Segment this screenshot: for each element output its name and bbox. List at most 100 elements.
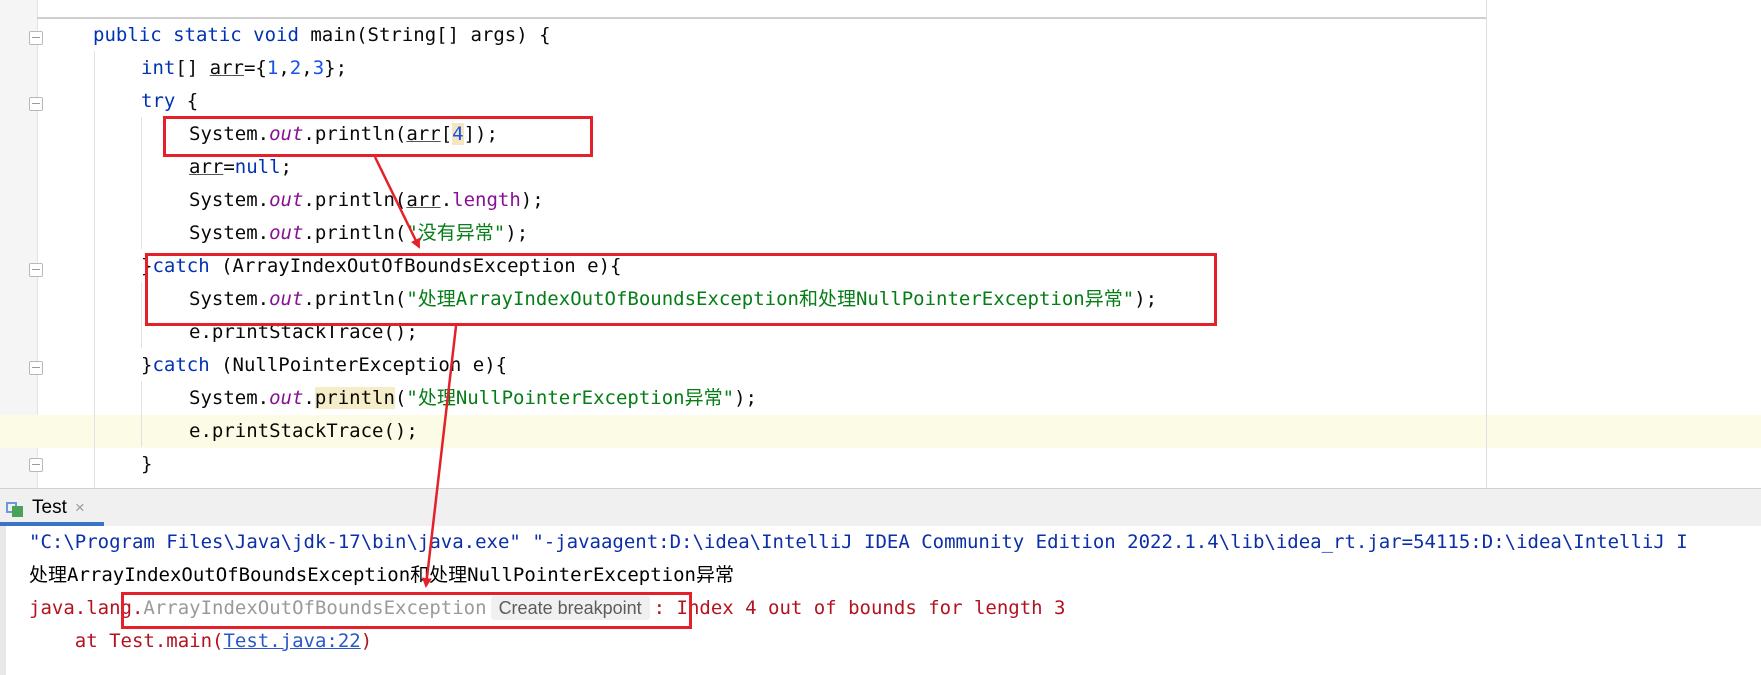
- code-token: ;: [280, 156, 292, 178]
- fold-icon[interactable]: [29, 97, 43, 111]
- console-output[interactable]: "C:\Program Files\Java\jdk-17\bin\java.e…: [0, 526, 1761, 675]
- code-token: .println(: [303, 189, 407, 211]
- code-token: (: [394, 387, 407, 409]
- code-token: arr: [209, 57, 244, 79]
- code-line[interactable]: e.printStackTrace();: [189, 415, 418, 448]
- indent-guide: [141, 117, 142, 249]
- code-token: System.: [189, 123, 270, 145]
- code-token: null: [234, 156, 281, 178]
- code-token: e.printStackTrace();: [189, 321, 418, 343]
- code-token: System.: [189, 288, 270, 310]
- code-token: );: [520, 189, 544, 211]
- code-token: [: [440, 123, 453, 145]
- indent-guide: [141, 381, 142, 447]
- code-token: 1: [266, 57, 279, 79]
- indent-guide: [94, 51, 95, 488]
- fold-icon[interactable]: [29, 31, 43, 45]
- code-token: 4: [452, 123, 464, 145]
- run-tool-window: Test × "C:\Program Files\Java\jdk-17\bin…: [0, 488, 1761, 675]
- code-token: .println(: [303, 288, 407, 310]
- console-output-line: 处理ArrayIndexOutOfBoundsException和处理NullP…: [29, 564, 734, 586]
- code-line[interactable]: System.out.println("处理NullPointerExcepti…: [189, 382, 757, 415]
- code-token: 3: [312, 57, 325, 79]
- code-token: "处理ArrayIndexOutOfBoundsException和处理Null…: [406, 288, 1135, 310]
- code-token: {: [175, 90, 199, 112]
- code-token: }: [141, 453, 153, 475]
- code-token: "没有异常": [406, 222, 506, 244]
- right-margin-guide: [1486, 0, 1487, 488]
- code-token: ]);: [463, 123, 498, 145]
- console-command-line: "C:\Program Files\Java\jdk-17\bin\java.e…: [29, 531, 1688, 553]
- code-token: .: [303, 387, 315, 409]
- code-token: }: [141, 255, 153, 277]
- code-token: );: [505, 222, 529, 244]
- code-token: System.: [189, 189, 270, 211]
- code-line[interactable]: try {: [141, 85, 198, 118]
- code-line[interactable]: int[] arr={1,2,3};: [141, 52, 347, 85]
- code-token: "处理NullPointerException异常": [406, 387, 735, 409]
- code-editor[interactable]: public static void main(String[] args) {…: [0, 0, 1761, 488]
- run-panel-header: Test ×: [0, 488, 1761, 527]
- code-token: };: [324, 57, 348, 79]
- code-token: main(String[] args) {: [310, 24, 551, 46]
- code-token: catch: [152, 354, 210, 376]
- code-token: );: [734, 387, 757, 409]
- code-token: ,: [301, 57, 313, 79]
- code-token: (ArrayIndexOutOfBoundsException e){: [209, 255, 622, 277]
- code-token: System.: [189, 222, 270, 244]
- code-token: .println(: [303, 222, 407, 244]
- code-token: e.printStackTrace();: [189, 420, 418, 442]
- exception-package: java.lang.: [29, 597, 144, 619]
- code-line[interactable]: e.printStackTrace();: [189, 316, 418, 349]
- stack-suffix: ): [360, 630, 373, 652]
- code-token: .: [440, 189, 453, 211]
- close-icon[interactable]: ×: [75, 498, 85, 518]
- code-line[interactable]: arr=null;: [189, 151, 292, 184]
- fold-icon[interactable]: [29, 361, 43, 375]
- code-token: out: [269, 222, 304, 244]
- indent-guide: [141, 282, 142, 348]
- console-stack-line: at Test.main(Test.java:22): [29, 625, 372, 658]
- fold-icon[interactable]: [29, 458, 43, 472]
- code-line[interactable]: System.out.println(arr.length);: [189, 184, 544, 217]
- stack-prefix: at Test.main(: [29, 630, 224, 652]
- code-token: ={: [243, 57, 267, 79]
- run-config-icon: [6, 500, 24, 517]
- code-line[interactable]: System.out.println("处理ArrayIndexOutOfBou…: [189, 283, 1157, 316]
- code-line[interactable]: public static void main(String[] args) {: [93, 19, 551, 52]
- code-line[interactable]: System.out.println(arr[4]);: [189, 118, 498, 151]
- create-breakpoint-button[interactable]: Create breakpoint: [490, 596, 650, 620]
- code-line[interactable]: }catch (NullPointerException e){: [141, 349, 507, 382]
- code-token: arr: [406, 123, 441, 145]
- console-exception-line: java.lang.ArrayIndexOutOfBoundsException…: [29, 592, 1065, 625]
- run-tab-label: Test: [32, 497, 67, 518]
- code-token: int: [141, 57, 176, 79]
- code-token: []: [175, 57, 210, 79]
- code-token: public static void: [93, 24, 311, 46]
- exception-class-link[interactable]: ArrayIndexOutOfBoundsException: [143, 597, 486, 619]
- code-token: (NullPointerException e){: [209, 354, 508, 376]
- code-token: try: [141, 90, 176, 112]
- code-token: );: [1134, 288, 1158, 310]
- code-token: arr: [406, 189, 441, 211]
- code-token: =: [223, 156, 235, 178]
- code-token: .println(: [303, 123, 407, 145]
- code-token: }: [141, 354, 153, 376]
- code-token: println: [314, 387, 395, 409]
- code-token: arr: [189, 156, 224, 178]
- fold-icon[interactable]: [29, 263, 43, 277]
- stack-source-link[interactable]: Test.java:22: [223, 630, 360, 652]
- code-token: out: [269, 288, 304, 310]
- code-token: out: [269, 123, 304, 145]
- code-token: ,: [278, 57, 290, 79]
- code-line[interactable]: System.out.println("没有异常");: [189, 217, 528, 250]
- code-token: 2: [289, 57, 302, 79]
- code-token: catch: [152, 255, 210, 277]
- exception-message: : Index 4 out of bounds for length 3: [653, 597, 1066, 619]
- code-token: out: [269, 189, 304, 211]
- code-token: out: [269, 387, 304, 409]
- code-token: System.: [189, 387, 270, 409]
- code-line[interactable]: }catch (ArrayIndexOutOfBoundsException e…: [141, 250, 621, 283]
- code-token: length: [452, 189, 521, 211]
- code-line[interactable]: }: [141, 448, 152, 481]
